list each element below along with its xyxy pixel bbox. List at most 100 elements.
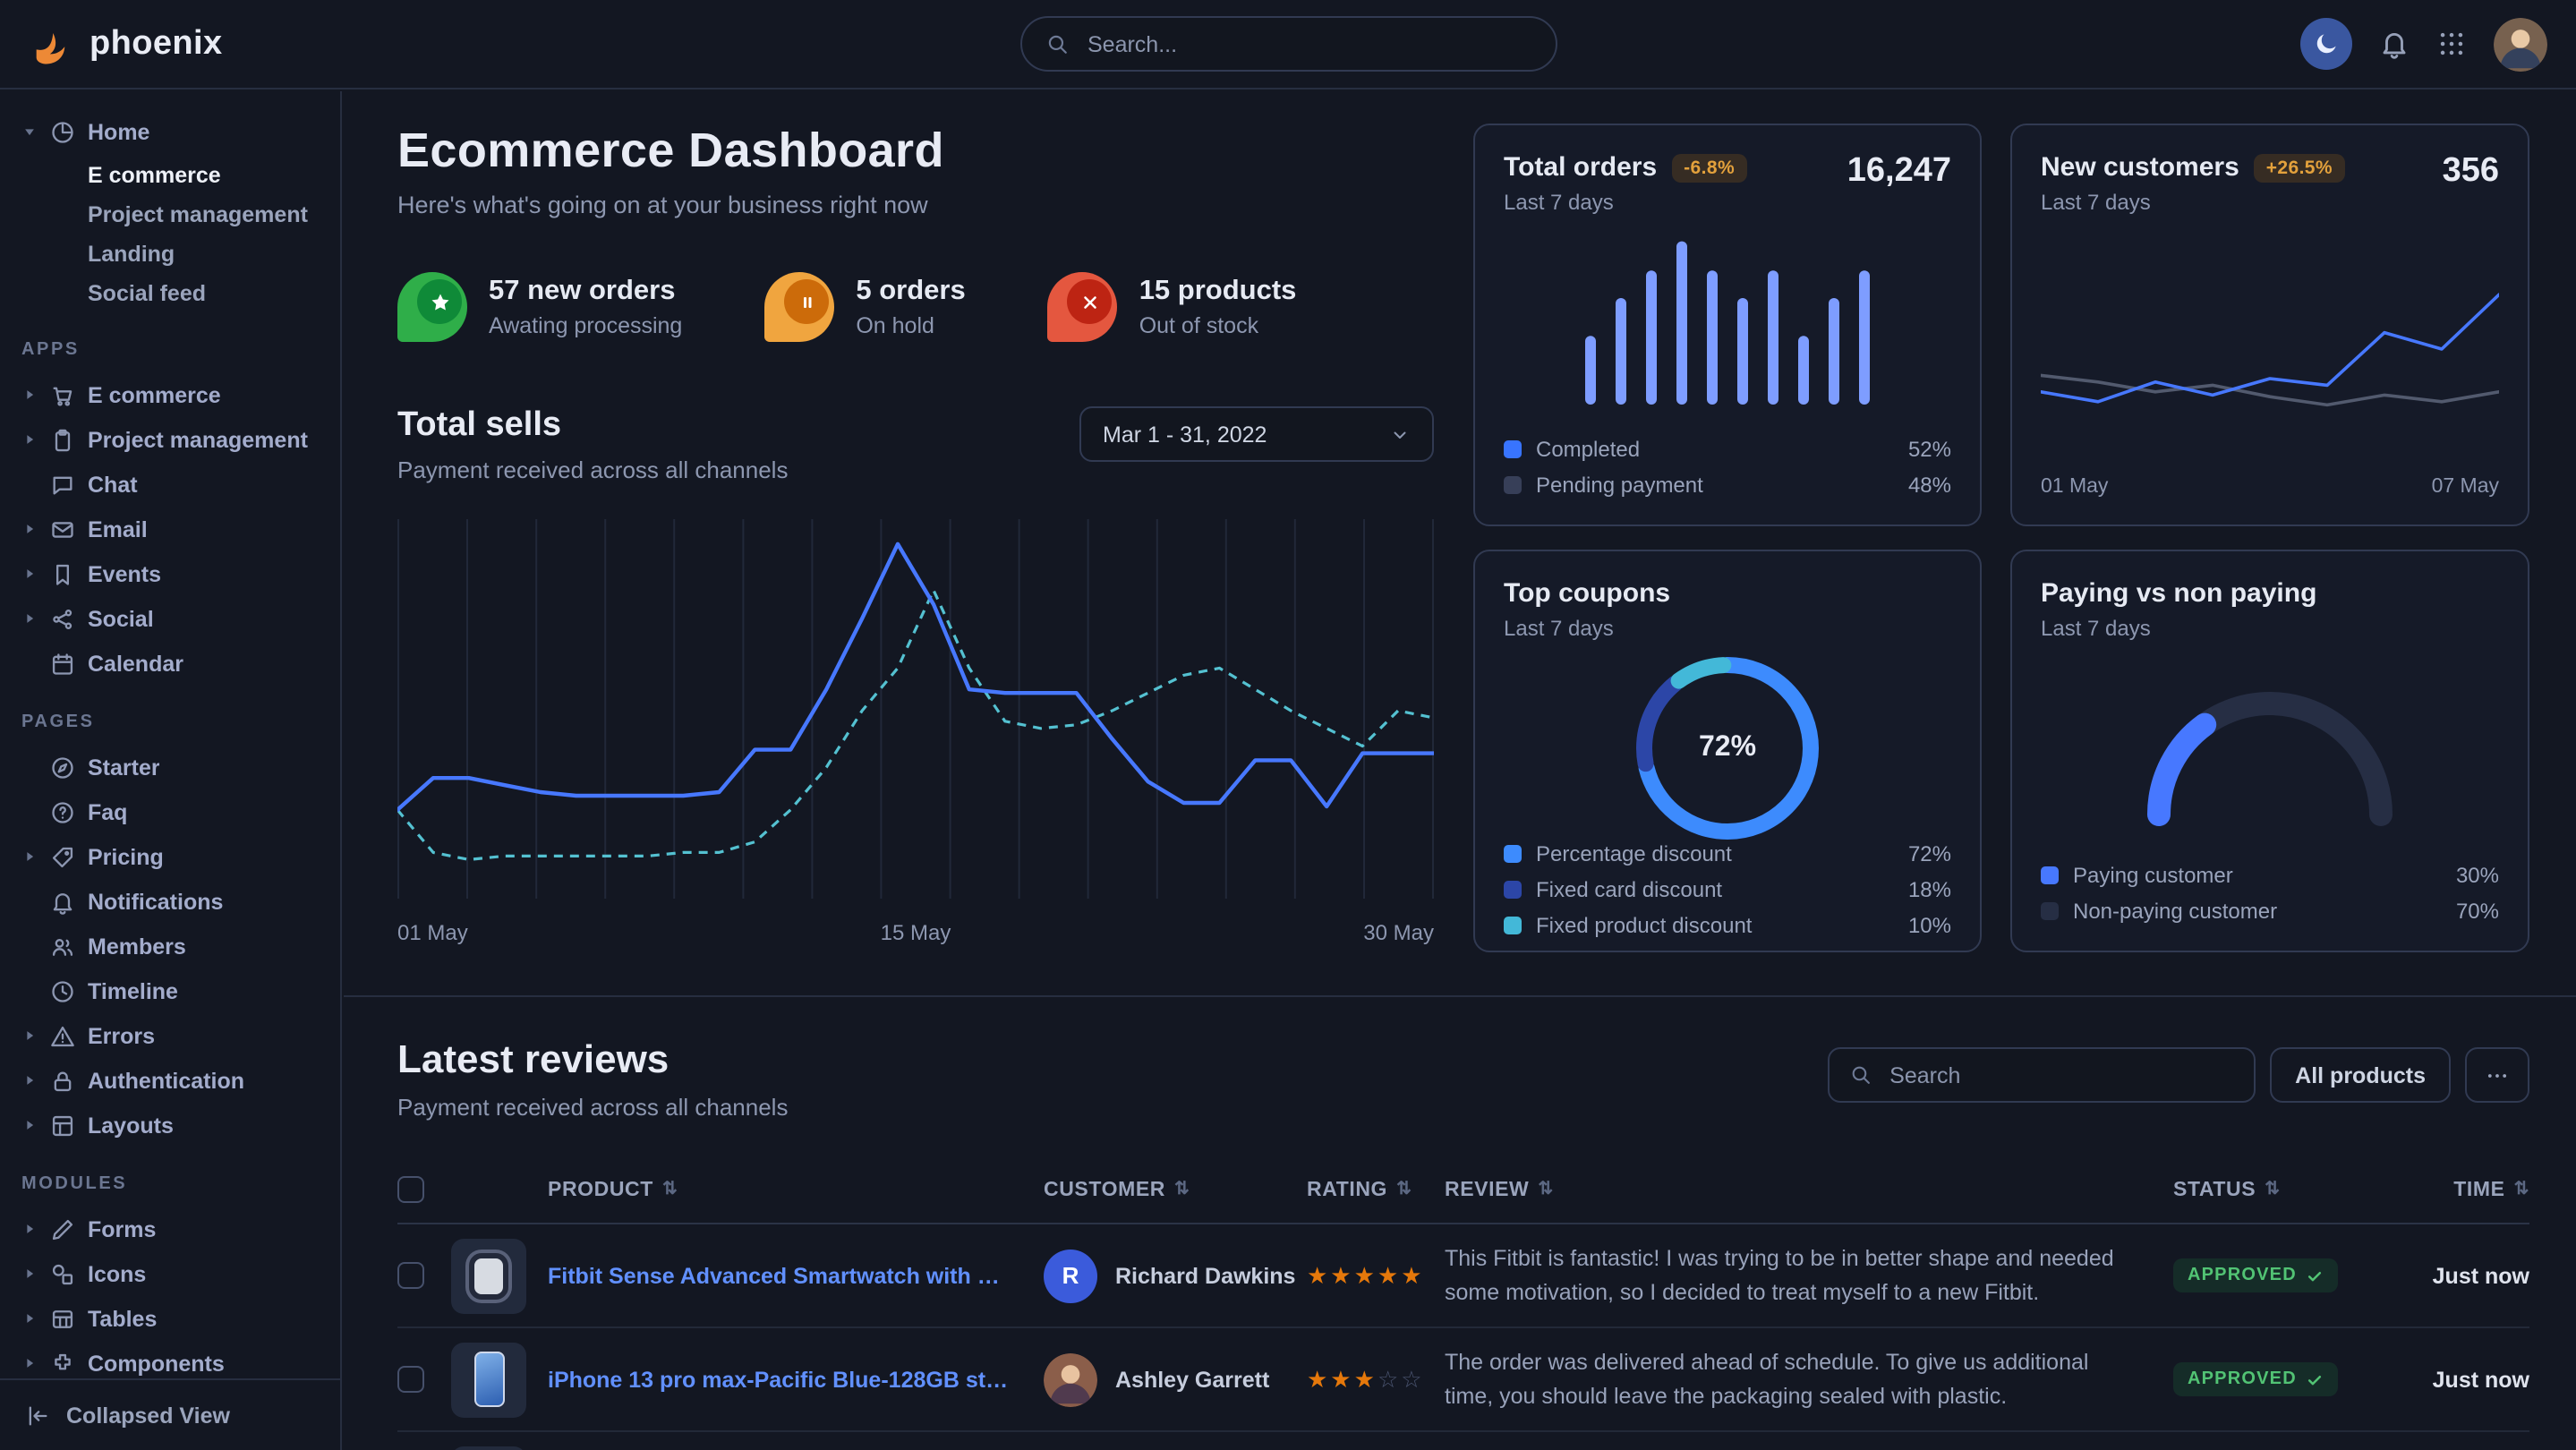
stat-subtitle: On hold xyxy=(856,313,965,338)
sidebar-item-notifications[interactable]: Notifications xyxy=(21,879,319,924)
legend-label: Pending payment xyxy=(1536,473,1703,498)
sidebar-item-components[interactable]: Components xyxy=(21,1341,319,1378)
sidebar-subitem-e-commerce[interactable]: E commerce xyxy=(21,156,319,195)
sidebar-item-members[interactable]: Members xyxy=(21,924,319,968)
product-thumbnail[interactable] xyxy=(451,1238,526,1313)
stat-blob xyxy=(397,272,467,342)
stat-blob xyxy=(1048,272,1118,342)
sidebar-item-calendar[interactable]: Calendar xyxy=(21,641,319,686)
column-header-review[interactable]: REVIEW⇅ xyxy=(1445,1179,2173,1200)
reviews-table-body: Fitbit Sense Advanced Smartwatch with To… xyxy=(397,1224,2529,1450)
select-all-checkbox[interactable] xyxy=(397,1176,424,1203)
card-period: Last 7 days xyxy=(1504,190,1747,215)
paying-legend: Paying customer30%Non-paying customer70% xyxy=(2041,863,2499,924)
app-root: phoenix HomeE commerceProject management… xyxy=(0,0,2576,1450)
notifications-button[interactable] xyxy=(2379,29,2410,59)
sidebar-item-forms[interactable]: Forms xyxy=(21,1207,319,1251)
user-avatar[interactable] xyxy=(2494,17,2547,71)
sidebar-item-layouts[interactable]: Layouts xyxy=(21,1103,319,1147)
sidebar-item-social[interactable]: Social xyxy=(21,596,319,641)
stat-title: 15 products xyxy=(1139,276,1297,308)
total-sells-chart-wrap: 01 May 15 May 30 May xyxy=(397,519,1434,945)
product-link[interactable]: Fitbit Sense Advanced Smartwatch with To… xyxy=(548,1263,1044,1288)
reviews-search[interactable] xyxy=(1828,1047,2256,1103)
review-text: This Fitbit is fantastic! I was trying t… xyxy=(1445,1243,2173,1309)
check-icon xyxy=(2306,1267,2324,1284)
sidebar-item-label: Social xyxy=(88,606,154,631)
column-header-status[interactable]: STATUS⇅ xyxy=(2173,1179,2390,1200)
sidebar-item-email[interactable]: Email xyxy=(21,507,319,551)
sidebar-item-pricing[interactable]: Pricing xyxy=(21,834,319,879)
sidebar-subitem-landing[interactable]: Landing xyxy=(21,235,319,274)
sidebar-item-home[interactable]: Home xyxy=(21,109,319,154)
total-sells-header: Total sells Payment received across all … xyxy=(397,406,1434,483)
product-thumbnail[interactable] xyxy=(451,1342,526,1417)
sidebar-item-label: E commerce xyxy=(88,382,221,407)
product-thumbnail xyxy=(451,1446,526,1450)
sidebar-item-label: Errors xyxy=(88,1023,155,1048)
customer-cell[interactable]: RRichard Dawkins xyxy=(1044,1249,1307,1302)
legend-chip xyxy=(1504,440,1522,458)
global-search-input[interactable] xyxy=(1084,30,1531,58)
global-search[interactable] xyxy=(1019,16,1557,72)
sidebar-item-events[interactable]: Events xyxy=(21,551,319,596)
pause-icon xyxy=(784,279,829,324)
main-content: Ecommerce Dashboard Here's what's going … xyxy=(344,90,2576,1450)
customer-cell[interactable]: Ashley Garrett xyxy=(1044,1352,1307,1406)
legend-value: 48% xyxy=(1908,473,1951,498)
caret-down-icon xyxy=(21,124,38,140)
caret-right-icon xyxy=(21,1028,38,1044)
avatar xyxy=(1044,1352,1097,1406)
caret-right-icon xyxy=(21,387,38,403)
column-header-rating[interactable]: RATING⇅ xyxy=(1307,1179,1445,1200)
product-link[interactable]: iPhone 13 pro max-Pacific Blue-128GB sto… xyxy=(548,1367,1044,1392)
reviews-search-input[interactable] xyxy=(1886,1061,2234,1089)
column-header-product[interactable]: PRODUCT⇅ xyxy=(548,1179,1044,1200)
top-coupons-card: Top coupons Last 7 days 72% Percentage d… xyxy=(1473,550,1982,952)
row-checkbox[interactable] xyxy=(397,1366,424,1393)
card-value: 356 xyxy=(2443,152,2499,192)
total-orders-legend: Completed52%Pending payment48% xyxy=(1504,437,1951,498)
sidebar-item-errors[interactable]: Errors xyxy=(21,1013,319,1058)
sidebar-subitem-social-feed[interactable]: Social feed xyxy=(21,274,319,313)
sidebar-item-authentication[interactable]: Authentication xyxy=(21,1058,319,1103)
table-row xyxy=(397,1432,2529,1450)
sidebar-item-faq[interactable]: Faq xyxy=(21,789,319,834)
more-options-button[interactable] xyxy=(2465,1047,2529,1103)
row-checkbox[interactable] xyxy=(397,1262,424,1289)
sidebar-subitem-project-management[interactable]: Project management xyxy=(21,195,319,235)
status-badge: APPROVED xyxy=(2173,1362,2338,1396)
sidebar-section-title: APPS xyxy=(21,340,319,360)
date-range-select[interactable]: Mar 1 - 31, 2022 xyxy=(1079,406,1434,462)
sidebar-item-e-commerce[interactable]: E commerce xyxy=(21,372,319,417)
sidebar-item-label: Starter xyxy=(88,755,160,780)
x-tick: 01 May xyxy=(2041,476,2108,498)
collapsed-view-label: Collapsed View xyxy=(66,1403,230,1428)
sidebar-item-label: Layouts xyxy=(88,1113,174,1138)
sidebar-item-project-management[interactable]: Project management xyxy=(21,417,319,462)
legend-item-fixed-card-discount: Fixed card discount18% xyxy=(1504,877,1951,902)
sidebar-item-chat[interactable]: Chat xyxy=(21,462,319,507)
column-header-time[interactable]: TIME⇅ xyxy=(2390,1179,2529,1200)
trend-badge: -6.8% xyxy=(1671,153,1747,182)
legend-label: Fixed product discount xyxy=(1536,913,1752,938)
sidebar-item-starter[interactable]: Starter xyxy=(21,745,319,789)
sidebar-item-timeline[interactable]: Timeline xyxy=(21,968,319,1013)
sidebar-item-icons[interactable]: Icons xyxy=(21,1251,319,1296)
dashboard-left-column: Ecommerce Dashboard Here's what's going … xyxy=(397,124,1434,952)
sidebar-item-label: Tables xyxy=(88,1306,157,1331)
clock-icon xyxy=(50,978,75,1003)
brand-link[interactable]: phoenix xyxy=(29,21,223,67)
sidebar-item-tables[interactable]: Tables xyxy=(21,1296,319,1341)
sidebar-item-label: Home xyxy=(88,119,149,144)
apps-grid-button[interactable] xyxy=(2436,29,2467,59)
collapsed-view-toggle[interactable]: Collapsed View xyxy=(0,1378,340,1450)
review-time: Just now xyxy=(2390,1263,2529,1288)
stats-row: 57 new ordersAwating processing5 ordersO… xyxy=(397,272,1434,342)
theme-toggle-button[interactable] xyxy=(2300,18,2352,70)
column-header-customer[interactable]: CUSTOMER⇅ xyxy=(1044,1179,1307,1200)
all-products-button[interactable]: All products xyxy=(2270,1047,2451,1103)
x-icon xyxy=(1068,279,1113,324)
total-orders-card: Total orders -6.8% Last 7 days 16,247 Co… xyxy=(1473,124,1982,526)
reviews-controls: All products xyxy=(1828,1047,2529,1103)
